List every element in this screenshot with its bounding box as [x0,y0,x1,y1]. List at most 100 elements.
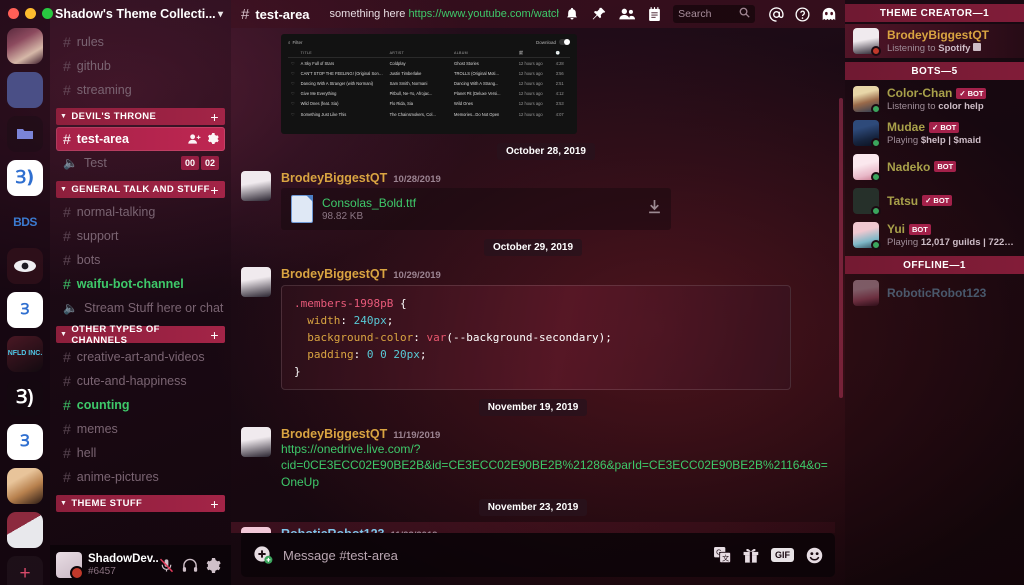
avatar[interactable] [853,280,879,306]
topic-link[interactable]: https://www.youtube.com/watch?v=ia49SnBT… [408,8,559,20]
message-author[interactable]: BrodeyBiggestQT [281,171,387,185]
download-toggle[interactable]: Download [536,39,570,45]
avatar[interactable] [853,86,881,114]
avatar[interactable] [853,120,881,148]
channel-bots[interactable]: # bots [56,248,225,272]
message-author[interactable]: BrodeyBiggestQT [281,267,387,281]
server-icon-duo[interactable] [7,72,43,108]
message-author[interactable]: RoboticRobot123 [281,527,384,533]
server-icon-folder[interactable] [7,116,43,152]
channel-counting[interactable]: # counting [56,393,225,417]
message-list[interactable]: ⌕ Filter Download TITLE ARTIST ALBUM 🗓 🕐… [231,28,845,533]
add-channel-button[interactable]: + [210,110,219,124]
member-nadeko[interactable]: Nadeko BOT [845,150,1024,184]
message-author[interactable]: BrodeyBiggestQT [281,427,387,441]
table-row[interactable]: ♡ A Sky Full of Stars Coldplay Ghost Sto… [288,58,570,69]
heart-icon[interactable]: ♡ [288,58,298,69]
channel-hell[interactable]: # hell [56,441,225,465]
message-input-bar[interactable]: Message #test-area G 文 GIF [241,533,835,577]
member-mudae[interactable]: Mudae ✓ BOT Playing $help | $maid [845,116,1024,150]
avatar[interactable] [56,552,84,580]
channel-waifu-bot-channel[interactable]: # waifu-bot-channel [56,272,225,296]
member-brodeybiggestqt[interactable]: BrodeyBiggestQT Listening to Spotify [845,24,1024,58]
channel-anime-pictures[interactable]: # anime-pictures [56,465,225,489]
avatar[interactable] [241,171,271,201]
window-minimize-dot[interactable] [25,8,36,19]
channel-github[interactable]: # github [56,54,225,78]
channel-normal-talking[interactable]: # normal-talking [56,200,225,224]
add-channel-button[interactable]: + [210,183,219,197]
add-attachment-icon[interactable] [253,545,273,565]
add-channel-button[interactable]: + [210,497,219,511]
guild-header[interactable]: Shadow's Theme Collecti... ▾ [50,0,231,28]
server-icon-bd-dark[interactable]: Ɜ) [7,380,43,416]
message-scrollbar[interactable] [839,98,843,398]
server-icon-bd-blue[interactable]: Ɜ [7,424,43,460]
window-controls[interactable] [8,8,53,19]
category-devils-throne[interactable]: ▼ DEVIL'S THRONE + [56,108,225,125]
avatar[interactable] [241,267,271,297]
avatar[interactable] [241,427,271,458]
window-close-dot[interactable] [8,8,19,19]
file-name[interactable]: Consolas_Bold.ttf [322,196,416,210]
avatar[interactable] [853,222,881,250]
search-input[interactable]: Search [673,5,755,23]
chevron-down-icon[interactable]: ▾ [218,9,223,20]
member-roboticrobot123[interactable]: RoboticRobot123 [845,276,1024,310]
avatar[interactable] [853,154,881,182]
table-row[interactable]: ♡ Give Me Everything Pitbull, Ne-Yo, Afr… [288,89,570,99]
server-icon-bd-box[interactable]: Ɜ [7,292,43,328]
server-icon-anime-white[interactable] [7,512,43,548]
cell-artist: Flo Rida, Sia [389,101,414,107]
server-icon-bd-white[interactable]: Ɜ) [7,160,43,196]
avatar[interactable] [853,188,881,216]
server-icon-anime-girl[interactable] [7,28,43,64]
member-color-chan[interactable]: Color-Chan ✓ BOT Listening to color help [845,82,1024,116]
heart-icon[interactable]: ♡ [288,109,298,119]
channel-support[interactable]: # support [56,224,225,248]
server-icon-nfld[interactable]: NFLD INC. [7,336,43,372]
channel-streaming[interactable]: # streaming [56,78,225,102]
avatar[interactable] [241,526,271,533]
code-block[interactable]: .members-1998pB { width: 240px; backgrou… [281,285,791,391]
member-yui[interactable]: Yui BOT Playing 12,017 guilds | 722,06..… [845,218,1024,252]
table-row[interactable]: ♡ Dancing With A Stranger (with Normani)… [288,78,570,88]
channel-rules[interactable]: # rules [56,30,225,54]
voice-channel-stream-stuff[interactable]: 🔈 Stream Stuff here or chat ... [56,296,225,320]
heart-icon[interactable]: ♡ [288,78,298,88]
voice-channel-test[interactable]: 🔈 Test 00 02 [56,151,225,175]
message-link-line1[interactable]: https://onedrive.live.com/? [281,442,420,456]
table-row[interactable]: ♡ CAN'T STOP THE FEELING! (Original Song… [288,68,570,78]
heart-icon[interactable]: ♡ [288,99,298,109]
search-icon[interactable] [739,7,750,21]
heart-icon[interactable]: ♡ [288,89,298,99]
category-other-types-of-channels[interactable]: ▼ OTHER TYPES OF CHANNELS + [56,324,225,346]
member-tatsu[interactable]: Tatsu ✓ BOT [845,184,1024,218]
user-identity[interactable]: ShadowDev... #6457 [88,553,159,578]
add-server-button[interactable]: + [7,556,43,585]
channel-cute-and-happiness[interactable]: # cute-and-happiness [56,369,225,393]
file-attachment[interactable]: Consolas_Bold.ttf 98.82 KB [281,188,671,230]
server-icon-bds[interactable]: BDS [7,204,43,240]
toggle-switch[interactable] [559,39,570,45]
hash-icon: # [63,34,71,50]
server-icon-anime-orange[interactable] [7,468,43,504]
category-theme-stuff[interactable]: ▼ THEME STUFF + [56,495,225,512]
add-channel-button[interactable]: + [210,328,219,342]
table-row[interactable]: ♡ Wild Ones (feat. Sia) Flo Rida, Sia Wi… [288,99,570,109]
channel-memes[interactable]: # memes [56,417,225,441]
avatar[interactable] [853,28,881,56]
channel-tools[interactable] [188,133,219,145]
gif-button[interactable]: GIF [771,548,794,562]
window-maximize-dot[interactable] [42,8,53,19]
server-icon-eye[interactable] [7,248,43,284]
channel-test-area[interactable]: # test-area [56,127,225,151]
table-row[interactable]: ♡ Something Just Like This The Chainsmok… [288,109,570,119]
heart-icon[interactable]: ♡ [288,68,298,78]
channel-topic[interactable]: something here https://www.youtube.com/w… [330,8,560,20]
category-general-talk-and-stuff[interactable]: ▼ GENERAL TALK AND STUFF + [56,181,225,198]
channel-creative-art-and-videos[interactable]: # creative-art-and-videos [56,345,225,369]
download-icon[interactable] [648,199,661,219]
cell-date: 12 hours ago [518,91,543,97]
message-link-line2[interactable]: cid=0CE3ECC02E90BE2B&id=CE3ECC02E90BE2B%… [281,458,828,488]
